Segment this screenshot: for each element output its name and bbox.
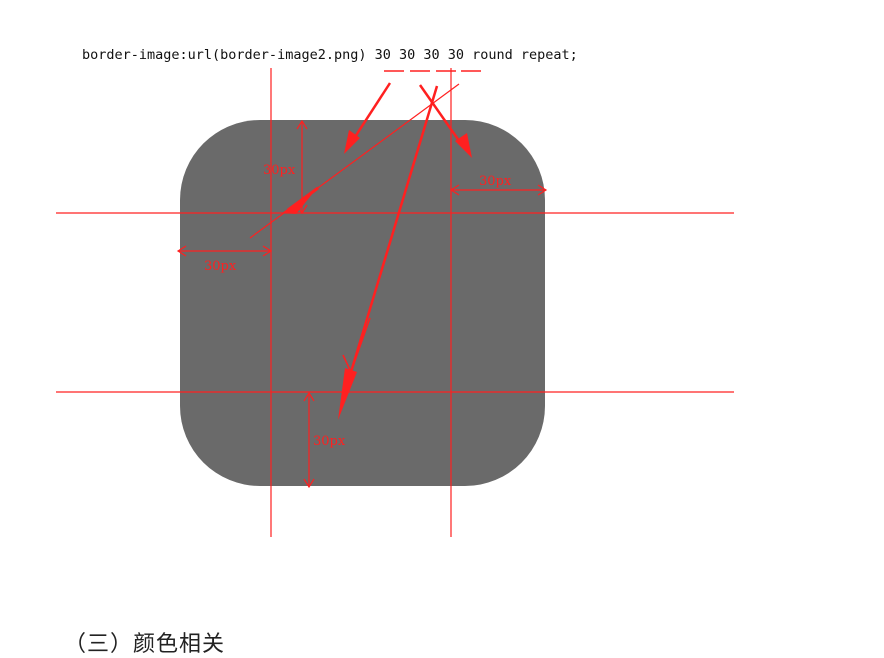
label-right-slice: 30px: [479, 174, 512, 189]
label-bottom-slice: 30px: [313, 434, 346, 449]
css-code-line: border-image:url(border-image2.png) 30 3…: [82, 47, 578, 63]
section-heading: （三）颜色相关: [64, 632, 226, 657]
label-top-slice: 30px: [263, 163, 296, 178]
border-image-slice-diagram: border-image:url(border-image2.png) 30 3…: [56, 47, 734, 537]
label-left-slice: 30px: [204, 259, 237, 274]
